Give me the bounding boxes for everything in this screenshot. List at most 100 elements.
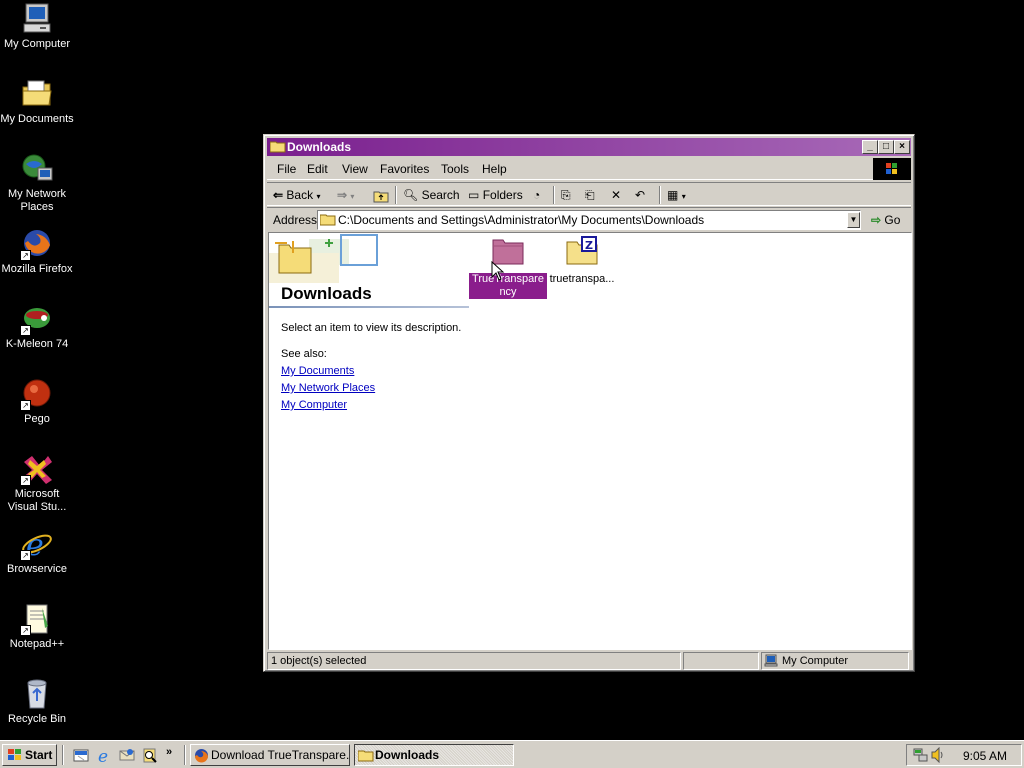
link-my-documents[interactable]: My Documents [281, 365, 354, 377]
desktop-icon-firefox[interactable]: ↗ Mozilla Firefox [0, 227, 74, 276]
forward-button[interactable]: ⇒ ▾ [337, 186, 354, 204]
back-button[interactable]: ⇐ Back ▾ [273, 186, 320, 204]
undo-icon: ↶ [635, 188, 646, 202]
views-button[interactable]: ▦ ▾ [667, 186, 686, 204]
quick-launch-more-icon[interactable]: » [166, 746, 172, 758]
minimize-button[interactable]: _ [862, 140, 878, 154]
up-folder-icon [373, 191, 389, 203]
pego-icon: ↗ [20, 377, 54, 411]
desktop-icon-browservice[interactable]: e ↗ Browservice [0, 527, 74, 576]
start-button[interactable]: Start [2, 744, 57, 766]
my-computer-icon [764, 654, 778, 667]
toolbar-separator [553, 186, 555, 204]
close-button[interactable]: × [894, 140, 910, 154]
address-dropdown-button[interactable]: ▼ [847, 212, 860, 228]
my-documents-icon [20, 77, 54, 111]
desktop-icon-network-places[interactable]: My Network Places [0, 152, 74, 214]
internet-explorer-icon[interactable]: e [96, 746, 114, 764]
desktop-icon-pego[interactable]: ↗ Pego [0, 377, 74, 426]
status-zone: My Computer [761, 652, 909, 670]
visual-studio-icon: ↗ [20, 452, 54, 486]
copy-to-icon: ⎗ [585, 188, 595, 202]
menu-view[interactable]: View [342, 162, 368, 176]
folders-icon: ▭ [468, 188, 480, 202]
firefox-icon: ↗ [20, 227, 54, 261]
menu-bar: File Edit View Favorites Tools Help [267, 158, 911, 180]
recycle-bin-icon [20, 677, 54, 711]
internet-explorer-icon: e ↗ [20, 527, 54, 563]
standard-toolbar: ⇐ Back ▾ ⇒ ▾ 🔍︎ Search ▭ Folders ◔ ⎘ ⎗ ✕… [267, 182, 911, 206]
delete-button[interactable]: ✕ [611, 186, 621, 204]
desktop: My Computer My Documents My Network Plac… [0, 0, 1024, 740]
menu-tools[interactable]: Tools [441, 162, 469, 176]
file-item-truetransparency-folder[interactable]: TrueTranspare ncy [469, 236, 547, 299]
outlook-express-icon[interactable] [118, 746, 136, 764]
shortcut-arrow-icon: ↗ [20, 250, 31, 261]
link-my-computer[interactable]: My Computer [281, 399, 347, 411]
mouse-cursor-icon [491, 261, 505, 281]
volume-icon[interactable] [931, 747, 945, 763]
chevron-down-icon: ▾ [681, 192, 686, 201]
back-arrow-icon: ⇐ [273, 188, 284, 202]
move-to-icon: ⎘ [561, 188, 571, 202]
toolbar-separator [395, 186, 397, 204]
copy-to-button[interactable]: ⎗ [585, 186, 595, 204]
network-places-label: My Network Places [7, 188, 67, 213]
file-item-truetransparency-zip[interactable]: Z truetranspa... [543, 236, 621, 286]
chevron-down-icon: ▾ [350, 192, 355, 201]
menu-help[interactable]: Help [482, 162, 507, 176]
address-input[interactable]: C:\Documents and Settings\Administrator\… [317, 210, 861, 230]
menu-edit[interactable]: Edit [307, 162, 328, 176]
zip-folder-icon: Z [565, 236, 599, 266]
address-value: C:\Documents and Settings\Administrator\… [338, 213, 705, 227]
desktop-icon-notepad-plus-plus[interactable]: ↗ Notepad++ [0, 602, 74, 651]
forward-arrow-icon: ⇒ [337, 188, 348, 202]
search-icon[interactable] [141, 746, 159, 764]
taskbar-button-downloads[interactable]: Downloads [354, 744, 514, 766]
network-connection-icon[interactable] [913, 747, 929, 763]
notepad-plus-plus-icon: ↗ [20, 602, 54, 636]
toolbar-separator [659, 186, 661, 204]
views-icon: ▦ [667, 188, 679, 202]
windows-logo-icon [8, 749, 21, 760]
taskbar-button-firefox[interactable]: Download TrueTranspare... [190, 744, 350, 766]
search-button[interactable]: 🔍︎ Search [403, 186, 460, 204]
menu-file[interactable]: File [277, 162, 296, 176]
move-to-button[interactable]: ⎘ [561, 186, 571, 204]
desktop-icon-visual-studio[interactable]: ↗ Microsoft Visual Stu... [0, 452, 74, 514]
k-meleon-icon: ↗ [20, 302, 54, 336]
desktop-icon-my-documents[interactable]: My Documents [0, 77, 74, 126]
folders-button[interactable]: ▭ Folders [468, 186, 523, 204]
desktop-icon-my-computer[interactable]: My Computer [0, 2, 74, 51]
desktop-icon-recycle-bin[interactable]: Recycle Bin [0, 677, 74, 726]
svg-text:Z: Z [585, 239, 593, 252]
desktop-icon-k-meleon[interactable]: ↗ K-Meleon 74 [0, 302, 74, 351]
clock[interactable]: 9:05 AM [963, 749, 1007, 763]
my-computer-icon [20, 2, 54, 36]
folder-banner-icon [269, 234, 378, 283]
folder-view: Downloads Select an item to view its des… [268, 232, 912, 650]
taskbar-separator [184, 745, 186, 765]
taskbar: Start e » Download TrueTranspare... Down… [0, 740, 1024, 768]
go-button[interactable]: ⇨ Go [871, 211, 900, 229]
shortcut-arrow-icon: ↗ [20, 325, 31, 336]
folder-icon [320, 214, 336, 226]
title-bar[interactable]: Downloads _ □ × [267, 138, 911, 156]
undo-button[interactable]: ↶ [635, 186, 645, 204]
status-bar: 1 object(s) selected My Computer [267, 652, 911, 670]
maximize-button[interactable]: □ [878, 140, 894, 154]
shortcut-arrow-icon: ↗ [20, 550, 31, 561]
history-button[interactable]: ◔ [533, 186, 540, 204]
shortcut-arrow-icon: ↗ [20, 400, 31, 411]
up-folder-button[interactable] [373, 186, 389, 204]
history-icon: ◔ [533, 188, 541, 202]
folder-icon [270, 141, 286, 153]
show-desktop-icon[interactable] [72, 746, 90, 764]
menu-favorites[interactable]: Favorites [380, 162, 429, 176]
link-my-network-places[interactable]: My Network Places [281, 382, 375, 394]
status-selection: 1 object(s) selected [267, 652, 681, 670]
panel-description: Select an item to view its description. [281, 322, 462, 334]
delete-icon: ✕ [611, 188, 622, 202]
web-view-panel: Downloads Select an item to view its des… [269, 233, 469, 649]
file-label: TrueTranspare ncy [469, 273, 547, 299]
